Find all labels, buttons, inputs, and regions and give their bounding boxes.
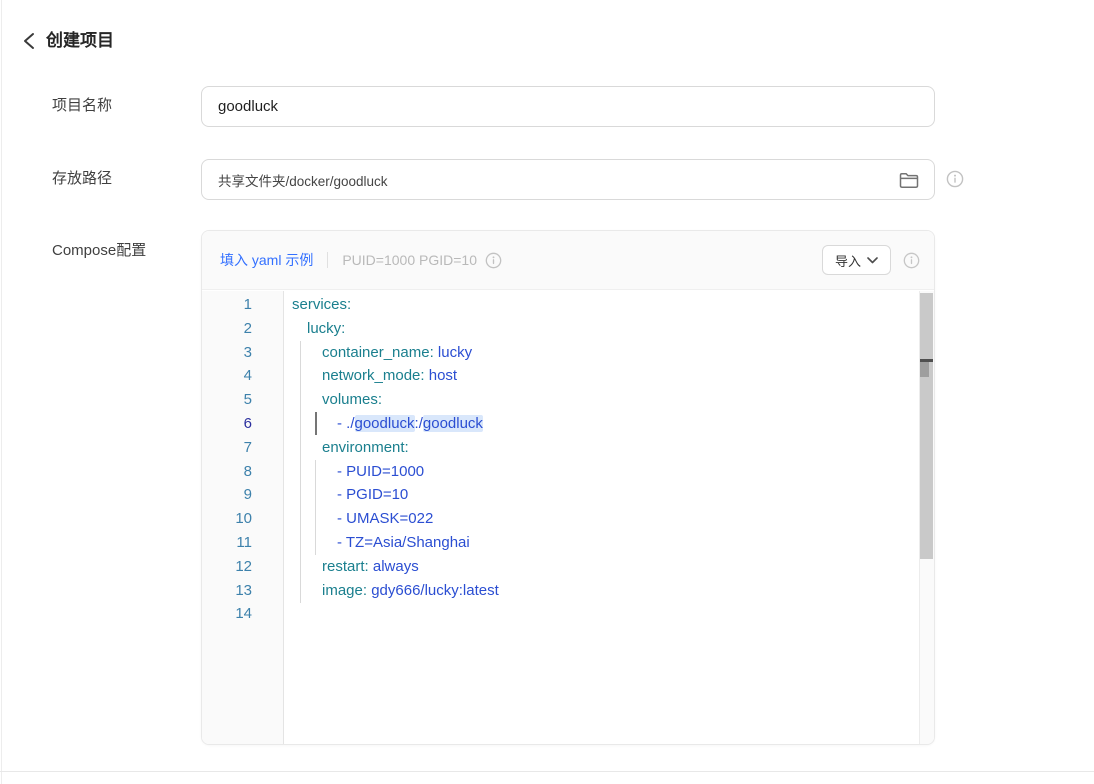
compose-config-label: Compose配置 — [52, 241, 146, 261]
chevron-left-icon — [22, 32, 36, 50]
code-line[interactable]: - ./goodluck:/goodluck — [285, 412, 919, 436]
code-line[interactable] — [285, 602, 919, 626]
line-number: 11 — [202, 531, 283, 555]
import-button-label: 导入 — [835, 251, 861, 270]
puid-pgid-hint: PUID=1000 PGID=10 — [342, 252, 477, 268]
code-token: - PUID=1000 — [337, 463, 424, 480]
code-token: - PGID=10 — [337, 486, 408, 503]
editor-scrollbar[interactable] — [920, 291, 934, 744]
storage-path-label: 存放路径 — [52, 169, 112, 189]
code-token: image: — [322, 582, 367, 599]
code-token: - TZ=Asia/Shanghai — [337, 534, 470, 551]
code-token: always — [369, 558, 419, 575]
code-line[interactable]: container_name: lucky — [285, 341, 919, 365]
indent-guide — [315, 460, 316, 555]
scrollbar-track[interactable] — [920, 293, 933, 559]
create-project-page: 创建项目 项目名称 存放路径 Compose配置 填入 yaml 示例 PUID… — [0, 0, 1094, 784]
storage-path-input[interactable] — [201, 159, 935, 200]
code-token: environment: — [322, 439, 409, 456]
text-cursor — [315, 412, 317, 435]
line-number: 8 — [202, 460, 283, 484]
project-name-label: 项目名称 — [52, 96, 112, 116]
code-line[interactable]: image: gdy666/lucky:latest — [285, 579, 919, 603]
code-line[interactable]: - UMASK=022 — [285, 507, 919, 531]
code-token: volumes: — [322, 391, 382, 408]
code-line[interactable]: services: — [285, 293, 919, 317]
code-token: lucky — [434, 344, 472, 361]
line-number: 1 — [202, 293, 283, 317]
code-token: container_name: — [322, 344, 434, 361]
compose-editor-panel: 填入 yaml 示例 PUID=1000 PGID=10 导入 12345678… — [201, 230, 935, 745]
line-number: 7 — [202, 436, 283, 460]
code-token: goodluck — [423, 415, 483, 432]
line-number: 9 — [202, 483, 283, 507]
code-line[interactable]: network_mode: host — [285, 364, 919, 388]
code-line[interactable]: environment: — [285, 436, 919, 460]
line-number: 10 — [202, 507, 283, 531]
code-token: host — [425, 367, 458, 384]
editor-gutter: 1234567891011121314 — [202, 291, 284, 744]
line-number: 6 — [202, 412, 283, 436]
code-token: lucky: — [307, 320, 345, 337]
code-token: :/ — [415, 415, 423, 432]
code-line[interactable]: volumes: — [285, 388, 919, 412]
fill-yaml-example-link[interactable]: 填入 yaml 示例 — [220, 250, 313, 270]
code-token: network_mode: — [322, 367, 425, 384]
code-line[interactable]: - PUID=1000 — [285, 460, 919, 484]
code-token: restart: — [322, 558, 369, 575]
left-edge-divider — [1, 0, 2, 784]
import-button[interactable]: 导入 — [822, 245, 891, 275]
page-title: 创建项目 — [46, 30, 114, 52]
line-number: 14 — [202, 602, 283, 626]
chevron-down-icon — [867, 257, 878, 264]
import-info-icon[interactable] — [903, 252, 920, 269]
code-token: gdy666/lucky:latest — [367, 582, 499, 599]
line-number: 2 — [202, 317, 283, 341]
folder-browse-button[interactable] — [897, 169, 921, 191]
toolbar-divider — [327, 252, 328, 268]
line-number: 5 — [202, 388, 283, 412]
code-token: services: — [292, 296, 351, 313]
compose-editor-toolbar: 填入 yaml 示例 PUID=1000 PGID=10 导入 — [202, 231, 934, 290]
hint-info-icon[interactable] — [485, 252, 502, 269]
yaml-editor[interactable]: 1234567891011121314 services:lucky:conta… — [202, 291, 934, 744]
code-line[interactable]: restart: always — [285, 555, 919, 579]
editor-code-area[interactable]: services:lucky:container_name: luckynetw… — [285, 291, 920, 744]
line-number: 12 — [202, 555, 283, 579]
path-info-icon[interactable] — [946, 170, 964, 188]
back-button[interactable] — [18, 30, 40, 52]
line-number: 13 — [202, 579, 283, 603]
code-line[interactable]: lucky: — [285, 317, 919, 341]
project-name-input[interactable] — [201, 86, 935, 127]
scrollbar-thumb[interactable] — [920, 362, 929, 377]
line-number: 3 — [202, 341, 283, 365]
editor-gutter-numbers: 1234567891011121314 — [202, 293, 283, 626]
code-line[interactable]: - PGID=10 — [285, 483, 919, 507]
folder-icon — [899, 172, 919, 189]
editor-lines: services:lucky:container_name: luckynetw… — [285, 293, 919, 626]
footer-divider — [0, 771, 1094, 772]
indent-guide — [300, 341, 301, 603]
code-line[interactable]: - TZ=Asia/Shanghai — [285, 531, 919, 555]
code-token: goodluck — [355, 415, 415, 432]
code-token: - ./ — [337, 415, 355, 432]
line-number: 4 — [202, 364, 283, 388]
code-token: - UMASK=022 — [337, 510, 433, 527]
